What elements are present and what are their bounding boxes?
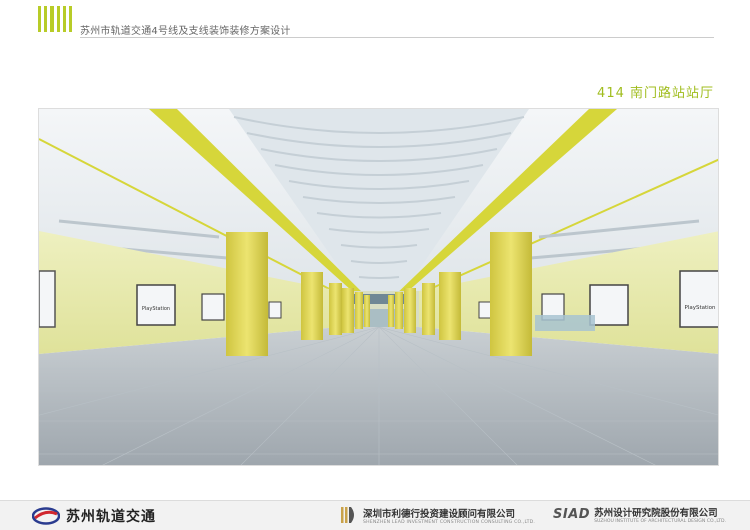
header-divider	[80, 37, 714, 38]
lead-company-name-cn: 深圳市利德行投资建设顾问有限公司	[363, 508, 516, 520]
lead-company-name-en: SHENZHEN LEAD INVESTMENT CONSTRUCTION CO…	[363, 519, 536, 525]
lead-emblem-icon	[341, 507, 354, 523]
suzhou-metro-name: 苏州轨道交通	[66, 509, 156, 525]
siad-abbr: SIAD	[553, 507, 591, 522]
header-logo-bars	[38, 6, 73, 32]
project-title: 苏州市轨道交通4号线及支线装饰装修方案设计	[80, 26, 291, 37]
ad-poster-text: PlayStation	[142, 306, 170, 312]
concourse-illustration: PlayStation PlayStation	[39, 109, 718, 465]
siad-logo: SIAD 苏州设计研究院股份有限公司 SUZHOU INSTITUTE OF A…	[553, 505, 726, 524]
concourse-rendering: PlayStation PlayStation	[38, 108, 719, 466]
ad-poster-text: PlayStation	[684, 305, 716, 311]
siad-name-cn: 苏州设计研究院股份有限公司	[594, 508, 718, 519]
station-title: 414 南门路站站厅	[597, 86, 714, 101]
lead-company-logo: 深圳市利德行投资建设顾问有限公司 SHENZHEN LEAD INVESTMEN…	[340, 505, 535, 525]
suzhou-metro-emblem-icon	[32, 507, 60, 525]
footer-bar: 苏州轨道交通 深圳市利德行投资建设顾问有限公司 SHENZHEN LEAD IN…	[0, 500, 750, 530]
siad-name-en: SUZHOU INSTITUTE OF ARCHITECTURAL DESIGN…	[594, 519, 727, 524]
suzhou-metro-logo: 苏州轨道交通	[32, 506, 156, 526]
